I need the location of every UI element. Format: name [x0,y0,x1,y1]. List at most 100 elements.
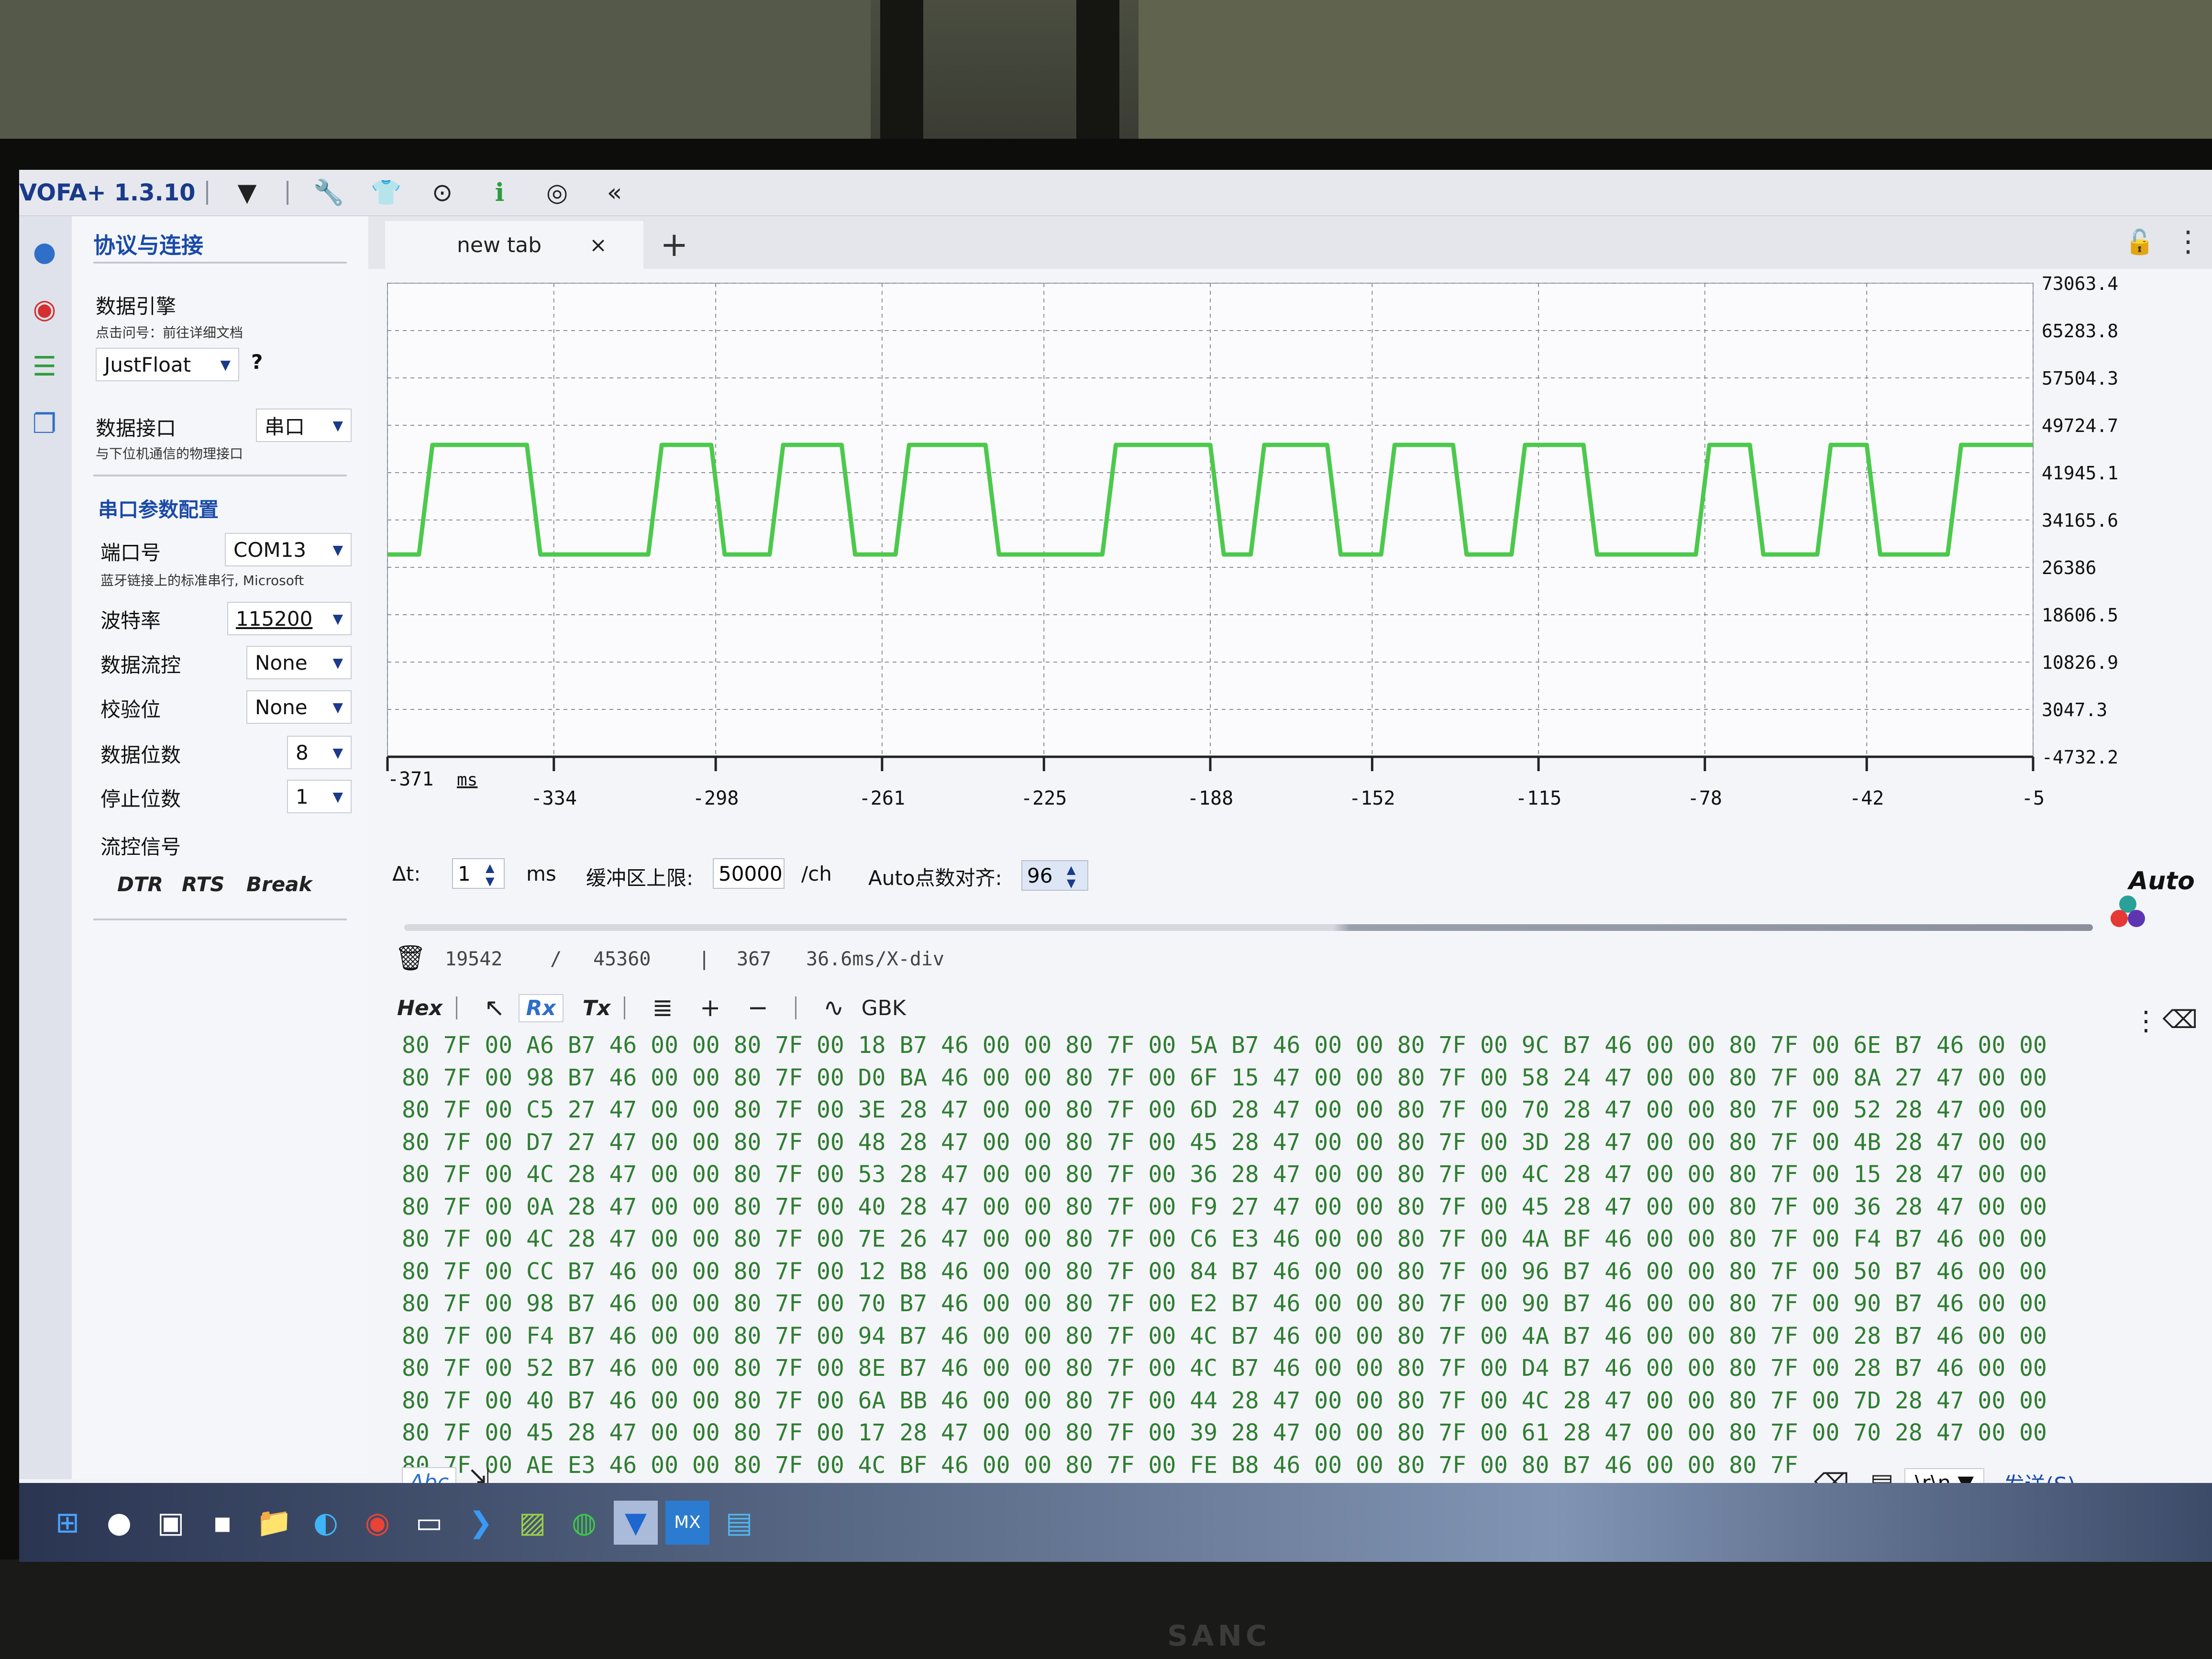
parity-select[interactable]: None ▼ [246,690,352,724]
wall-left [0,0,871,139]
engine-value: JustFloat [104,353,191,376]
interface-label: 数据接口 [96,417,177,440]
hex-line: 80 7F 00 98 B7 46 00 00 80 7F 00 D0 BA 4… [402,1064,2047,1091]
stopbits-value: 1 [296,785,309,808]
flow-value: None [255,651,308,675]
databits-value: 8 [296,741,309,764]
x-tick-label: -261 [859,787,905,809]
baud-select[interactable]: 115200 ▼ [227,602,352,635]
zoom-out-icon[interactable]: − [747,994,768,1022]
stepper-icon[interactable]: ▲ ▼ [1067,863,1075,890]
add-tab-button[interactable]: + [660,225,688,264]
main-area: new tab × + 🔓 ⋮ 73063.4 65283.8 57504.3 497… [368,216,2212,1497]
list-icon[interactable]: ☰ [28,350,61,384]
dt-label: Δt: [392,862,421,885]
stepper-icon[interactable]: ▲ ▼ [486,861,494,888]
collapse-icon[interactable]: « [600,178,629,207]
slider-handle[interactable] [2128,910,2145,927]
keil-icon[interactable]: ▨ [510,1501,554,1545]
search-icon[interactable]: ● [97,1501,141,1545]
waveform-chart[interactable]: 73063.4 65283.8 57504.3 49724.7 41945.1 34165… [368,273,2212,838]
hex-dump[interactable]: 80 7F 00 A6 B7 46 00 00 80 7F 00 18 B7 4… [402,1029,2201,1498]
task-view-icon[interactable]: ▣ [149,1501,193,1545]
dtr-button[interactable]: DTR [117,873,163,896]
chart-controls: Δt: 1 ▲ ▼ ms 缓冲区上限: 50000 /ch Auto点数对齐: 9… [368,838,2212,973]
break-button[interactable]: Break [246,873,312,896]
rx-toggle[interactable]: Rx [518,994,564,1022]
databits-select[interactable]: 8 ▼ [287,736,352,769]
widgets-icon[interactable]: ▪ [200,1501,244,1545]
y-tick-label: 34165.6 [2042,510,2118,531]
trash-icon[interactable]: 🗑 [395,943,426,973]
stopbits-label: 停止位数 [100,787,181,811]
engine-select[interactable]: JustFloat ▼ [96,348,239,381]
connection-icon[interactable]: ● [28,235,61,269]
more-icon[interactable]: ⋮ [2174,225,2202,258]
dt-input[interactable]: 1 [452,858,505,889]
flow-select[interactable]: None ▼ [246,646,352,679]
auto-button[interactable]: Auto [2129,867,2195,896]
y-tick-label: 10826.9 [2042,652,2118,673]
lock-icon[interactable]: 🔓 [2125,228,2155,256]
chrome-icon[interactable]: ◉ [355,1501,399,1545]
x-tick-label: -152 [1349,787,1395,809]
hex-line: 80 7F 00 4C 28 47 00 00 80 7F 00 53 28 4… [402,1161,2047,1188]
vofa-logo-icon[interactable]: ▼ [233,178,262,207]
windows-start-icon[interactable]: ⊞ [45,1501,89,1545]
fingerprint-icon[interactable]: ◎ [543,178,572,207]
format-icon[interactable]: ≣ [652,994,673,1022]
info-icon[interactable]: ℹ [486,178,514,207]
windows-icon[interactable]: ❐ [28,408,61,441]
toolbar-divider [795,996,797,1019]
hex-toggle[interactable]: Hex [397,996,442,1020]
time-slider[interactable] [404,924,2093,931]
vofa-taskbar-icon[interactable]: ▼ [614,1500,658,1545]
x-tick-label: -371 [387,768,433,790]
folder-icon[interactable]: 📁 [252,1501,296,1545]
interface-select[interactable]: 串口 ▼ [256,409,352,442]
dt-value: 1 [458,862,471,885]
encoding-icon[interactable]: ∿ [823,994,844,1022]
rts-button[interactable]: RTS [182,873,224,896]
vscode-icon[interactable]: ❯ [459,1501,503,1545]
slider-handle[interactable] [2111,910,2128,927]
wrench-icon[interactable]: 🔧 [313,178,344,207]
zoom-in-icon[interactable]: + [700,994,721,1022]
encoding-label[interactable]: GBK [862,996,906,1020]
panel-divider [93,262,347,264]
buffer-input[interactable]: 50000 [713,858,785,889]
align-input[interactable]: 96 [1021,860,1088,891]
x-tick-label: -225 [1021,787,1067,809]
tx-toggle[interactable]: Tx [583,996,610,1020]
chevron-down-icon: ▼ [332,610,343,627]
record-icon[interactable]: ◉ [28,293,61,326]
engine-hint[interactable]: 点击问号：前往详细文档 [96,322,243,342]
notepad-icon[interactable]: ▤ [717,1501,761,1545]
y-tick-label: 26386 [2042,557,2096,578]
y-tick-label: 3047.3 [2042,699,2107,720]
stat-divider: | [698,948,710,970]
screenshot-icon[interactable]: ⊙ [428,178,457,207]
databits-label: 数据位数 [100,743,181,767]
help-button[interactable]: ? [251,350,263,374]
stopbits-select[interactable]: 1 ▼ [287,780,352,813]
edge-icon[interactable]: ◐ [304,1501,348,1545]
align-label: Auto点数对齐: [868,866,1002,890]
x-tick-label: -188 [1187,787,1233,809]
chevron-down-icon: ▼ [332,417,343,433]
chevron-down-icon: ▼ [332,542,343,558]
close-icon[interactable]: × [589,233,607,257]
wechat-icon[interactable]: ◍ [562,1501,606,1545]
hex-line: 80 7F 00 C5 27 47 00 00 80 7F 00 3E 28 4… [402,1096,2047,1123]
tab-new[interactable]: new tab × [385,221,643,269]
toolbar-divider [624,996,626,1019]
cursor-icon[interactable]: ↖ [484,994,505,1022]
y-tick-label: 65283.8 [2042,321,2118,342]
terminal-icon[interactable]: ▭ [407,1501,451,1545]
port-select[interactable]: COM13 ▼ [225,533,352,566]
cubemx-icon[interactable]: MX [665,1500,709,1545]
dt-unit: ms [526,862,556,885]
monitor-stand [0,1559,2212,1659]
chevron-down-icon: ▼ [332,788,343,805]
shirt-icon[interactable]: 👕 [371,178,402,207]
